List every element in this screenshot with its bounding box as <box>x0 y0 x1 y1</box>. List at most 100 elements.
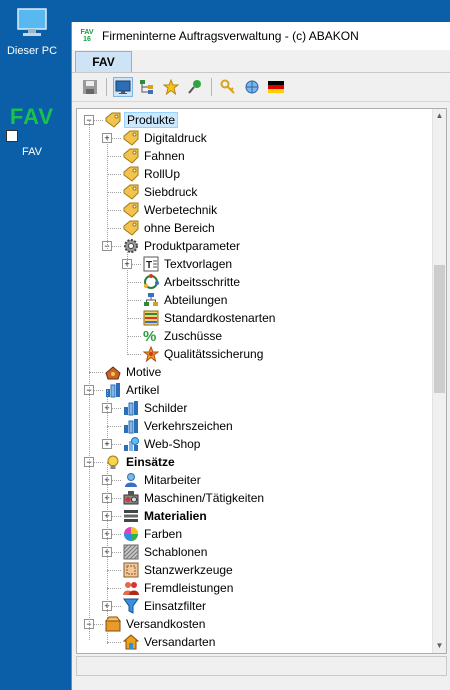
tree-item-label: RollUp <box>144 167 181 181</box>
tree-item-arbeitsschritte[interactable]: Arbeitsschritte <box>143 273 242 291</box>
machine-icon <box>123 490 139 506</box>
tree-item-label: Motive <box>126 365 162 379</box>
tag-icon <box>123 148 139 164</box>
star-icon[interactable] <box>161 77 181 97</box>
tree-item-label: Siebdruck <box>144 185 198 199</box>
tag-icon <box>123 130 139 146</box>
person-icon <box>123 472 139 488</box>
tree-item-label: Werbetechnik <box>144 203 218 217</box>
tree-item-produkte[interactable]: Produkte <box>105 111 179 129</box>
tree-item-label: Produkte <box>124 112 179 128</box>
tree-item-fremdleistungen[interactable]: Fremdleistungen <box>123 579 235 597</box>
tag-icon <box>105 112 121 128</box>
title-bar[interactable]: FAV 16 Firmeninterne Auftragsverwaltung … <box>72 22 450 50</box>
tree-item-label: Fahnen <box>144 149 185 163</box>
tree-item-abteilungen[interactable]: Abteilungen <box>143 291 229 309</box>
tree-item-versandkosten[interactable]: Versandkosten <box>105 615 207 633</box>
tree-connector-line <box>107 462 108 624</box>
motive-icon <box>105 364 121 380</box>
tree-item-rollup[interactable]: RollUp <box>123 165 182 183</box>
tree-item-label: Artikel <box>126 383 160 397</box>
this-pc-label: Dieser PC <box>6 45 58 57</box>
scroll-down-arrow-icon[interactable]: ▼ <box>433 639 446 653</box>
tag-icon <box>123 184 139 200</box>
key-icon[interactable] <box>218 77 238 97</box>
tree-item-einsatzfilter[interactable]: Einsatzfilter <box>123 597 208 615</box>
tree-item-standardkostenarten[interactable]: Standardkostenarten <box>143 309 277 327</box>
tree-connector-line <box>107 624 108 644</box>
this-pc-desktop-icon[interactable]: Dieser PC <box>0 6 64 57</box>
tree-item-label: Versandkosten <box>126 617 206 631</box>
tree-connector-line <box>127 354 141 355</box>
tree-item-digitaldruck[interactable]: Digitaldruck <box>123 129 209 147</box>
scrollbar-thumb[interactable] <box>434 265 445 393</box>
tree-item-label: Produktparameter <box>144 239 241 253</box>
tree-item-textvorlagen[interactable]: T Textvorlagen <box>143 255 234 273</box>
percent-icon: % <box>143 328 159 344</box>
gear-icon <box>123 238 139 254</box>
tree-connector-line <box>107 390 108 440</box>
org-chart-icon <box>143 292 159 308</box>
tree-connector-line <box>89 372 103 373</box>
webshop-icon <box>123 436 139 452</box>
stamp-tool-icon <box>123 562 139 578</box>
people-icon <box>123 580 139 596</box>
tree-item-siebdruck[interactable]: Siebdruck <box>123 183 199 201</box>
tree-item-label: Versandarten <box>144 635 216 649</box>
tree-item-einsaetze[interactable]: Einsätze <box>105 453 177 471</box>
german-flag-icon[interactable] <box>266 77 286 97</box>
tree-connector-line <box>107 642 121 643</box>
scroll-up-arrow-icon[interactable]: ▲ <box>433 109 446 123</box>
tree-item-versandarten[interactable]: Versandarten <box>123 633 217 651</box>
fav-desktop-shortcut[interactable]: FAV FAV <box>0 104 64 158</box>
network-icon[interactable] <box>242 77 262 97</box>
tree-item-label: Einsätze <box>126 455 175 469</box>
toolbar-separator <box>106 78 107 96</box>
tree-item-verkehrszeichen[interactable]: Verkehrszeichen <box>123 417 235 435</box>
tree-item-werbetechnik[interactable]: Werbetechnik <box>123 201 219 219</box>
expand-toggle-icon[interactable]: + <box>102 439 112 449</box>
color-wheel-icon <box>123 526 139 542</box>
tree-connector-line <box>107 228 121 229</box>
tree-connector-line <box>107 210 121 211</box>
tree-item-fahnen[interactable]: Fahnen <box>123 147 187 165</box>
navigation-tree[interactable]: − Produkte + Digitaldruck Fahnen RollUp Siebdr… <box>76 108 447 654</box>
vertical-scrollbar[interactable]: ▲ ▼ <box>432 109 446 653</box>
tree-item-label: Abteilungen <box>164 293 228 307</box>
tree-item-label: ohne Bereich <box>144 221 215 235</box>
text-template-icon: T <box>143 256 159 272</box>
tree-item-stanzwerkzeuge[interactable]: Stanzwerkzeuge <box>123 561 235 579</box>
pattern-icon <box>123 544 139 560</box>
tree-item-artikel[interactable]: Artikel <box>105 381 161 399</box>
tree-item-produktparameter[interactable]: Produktparameter <box>123 237 242 255</box>
tree-connector-line <box>107 192 121 193</box>
save-icon[interactable] <box>80 77 100 97</box>
tree-item-maschinen-taetigkeiten[interactable]: Maschinen/Tätigkeiten <box>123 489 266 507</box>
tree-connector-line <box>89 120 90 640</box>
material-icon <box>123 508 139 524</box>
tree-item-label: Zuschüsse <box>164 329 223 343</box>
tree-item-farben[interactable]: Farben <box>123 525 184 543</box>
svg-text:%: % <box>143 328 156 344</box>
tree-item-label: Schablonen <box>144 545 208 559</box>
tree-item-web-shop[interactable]: Web-Shop <box>123 435 202 453</box>
tree-connector-line <box>107 426 121 427</box>
tree-item-schilder[interactable]: Schilder <box>123 399 189 417</box>
app-icon: FAV 16 <box>80 29 94 43</box>
tree-item-mitarbeiter[interactable]: Mitarbeiter <box>123 471 203 489</box>
tree-item-zuschuesse[interactable]: % Zuschüsse <box>143 327 224 345</box>
shortcut-arrow-icon <box>6 130 18 142</box>
tree-item-schablonen[interactable]: Schablonen <box>123 543 209 561</box>
workflow-icon <box>143 274 159 290</box>
monitor-icon[interactable] <box>113 77 133 97</box>
tree-item-motive[interactable]: Motive <box>105 363 163 381</box>
tab-fav[interactable]: FAV <box>75 51 132 72</box>
tree-item-qualitaetssicherung[interactable]: Qualitätssicherung <box>143 345 265 363</box>
pin-icon[interactable] <box>185 77 205 97</box>
tree-structure-icon[interactable] <box>137 77 157 97</box>
tree-item-materialien[interactable]: Materialien <box>123 507 209 525</box>
tree-item-label: Mitarbeiter <box>144 473 201 487</box>
tree-item-label: Einsatzfilter <box>144 599 207 613</box>
tree-item-ohne-bereich[interactable]: ohne Bereich <box>123 219 217 237</box>
tree-connector-line <box>127 282 141 283</box>
